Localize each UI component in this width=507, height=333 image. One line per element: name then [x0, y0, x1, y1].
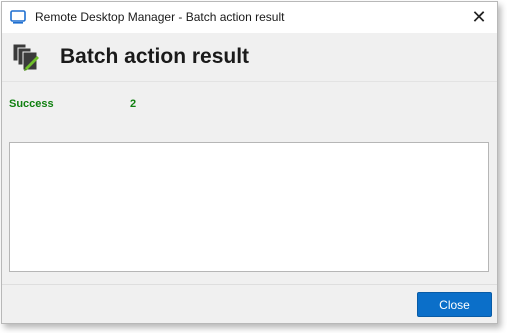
close-icon[interactable]: ✕ — [469, 7, 489, 27]
batch-action-result-dialog: Remote Desktop Manager - Batch action re… — [1, 1, 498, 324]
success-label: Success — [9, 98, 54, 110]
footer-divider — [2, 284, 497, 285]
dialog-header: Batch action result — [2, 33, 497, 82]
window-title: Remote Desktop Manager - Batch action re… — [35, 10, 285, 24]
results-list[interactable] — [9, 142, 489, 272]
remote-desktop-manager-icon — [10, 10, 26, 24]
close-button[interactable]: Close — [417, 292, 492, 317]
title-bar[interactable]: Remote Desktop Manager - Batch action re… — [2, 2, 497, 33]
batch-documents-icon — [12, 43, 39, 71]
success-count: 2 — [130, 98, 137, 110]
page-title: Batch action result — [60, 45, 250, 68]
